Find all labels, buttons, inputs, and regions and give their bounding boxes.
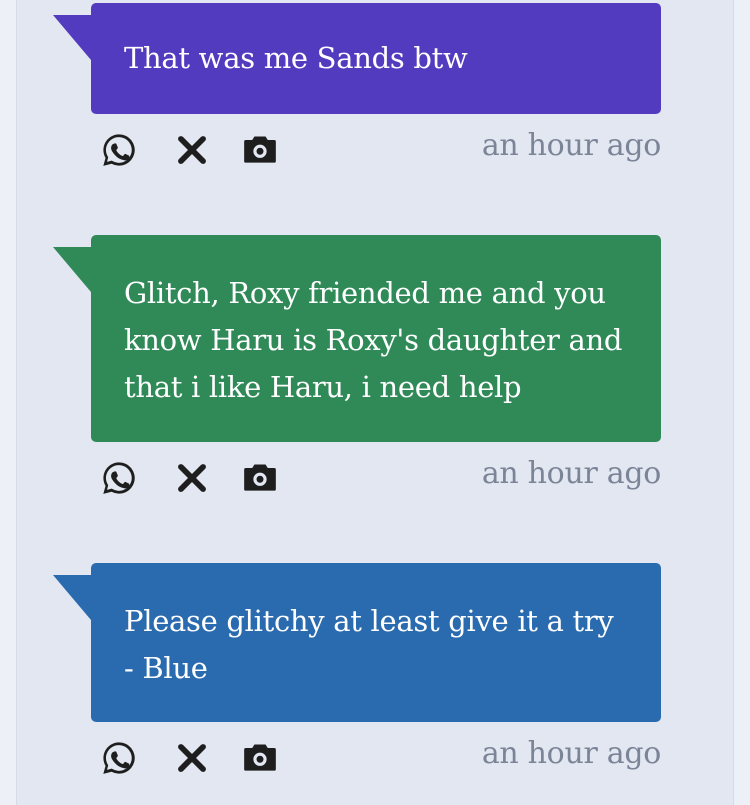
whatsapp-icon[interactable] — [100, 131, 138, 169]
camera-icon[interactable] — [241, 739, 279, 777]
message-feed: That was me Sands btw an hour ago Glitch… — [16, 0, 734, 805]
message-bubble: Please glitchy at least give it a try - … — [53, 563, 661, 722]
bubble-tail — [53, 575, 91, 620]
whatsapp-icon[interactable] — [100, 739, 138, 777]
message-card: Glitch, Roxy friended me and you know Ha… — [53, 235, 661, 514]
message-text: That was me Sands btw — [124, 41, 468, 75]
timestamp: an hour ago — [481, 736, 661, 771]
message-card: Please glitchy at least give it a try - … — [53, 563, 661, 794]
message-text: Please glitchy at least give it a try - … — [124, 604, 614, 685]
close-icon[interactable] — [173, 739, 211, 777]
message-actions: an hour ago — [91, 442, 661, 514]
close-icon[interactable] — [173, 459, 211, 497]
close-icon[interactable] — [173, 131, 211, 169]
timestamp: an hour ago — [481, 128, 661, 163]
camera-icon[interactable] — [241, 459, 279, 497]
message-bubble: That was me Sands btw — [53, 3, 661, 114]
bubble-tail — [53, 15, 91, 60]
timestamp: an hour ago — [481, 456, 661, 491]
bubble-tail — [53, 247, 91, 292]
camera-icon[interactable] — [241, 131, 279, 169]
message-actions: an hour ago — [91, 722, 661, 794]
message-text: Glitch, Roxy friended me and you know Ha… — [124, 276, 623, 404]
message-card: That was me Sands btw an hour ago — [53, 3, 661, 186]
message-bubble: Glitch, Roxy friended me and you know Ha… — [53, 235, 661, 442]
message-actions: an hour ago — [91, 114, 661, 186]
whatsapp-icon[interactable] — [100, 459, 138, 497]
